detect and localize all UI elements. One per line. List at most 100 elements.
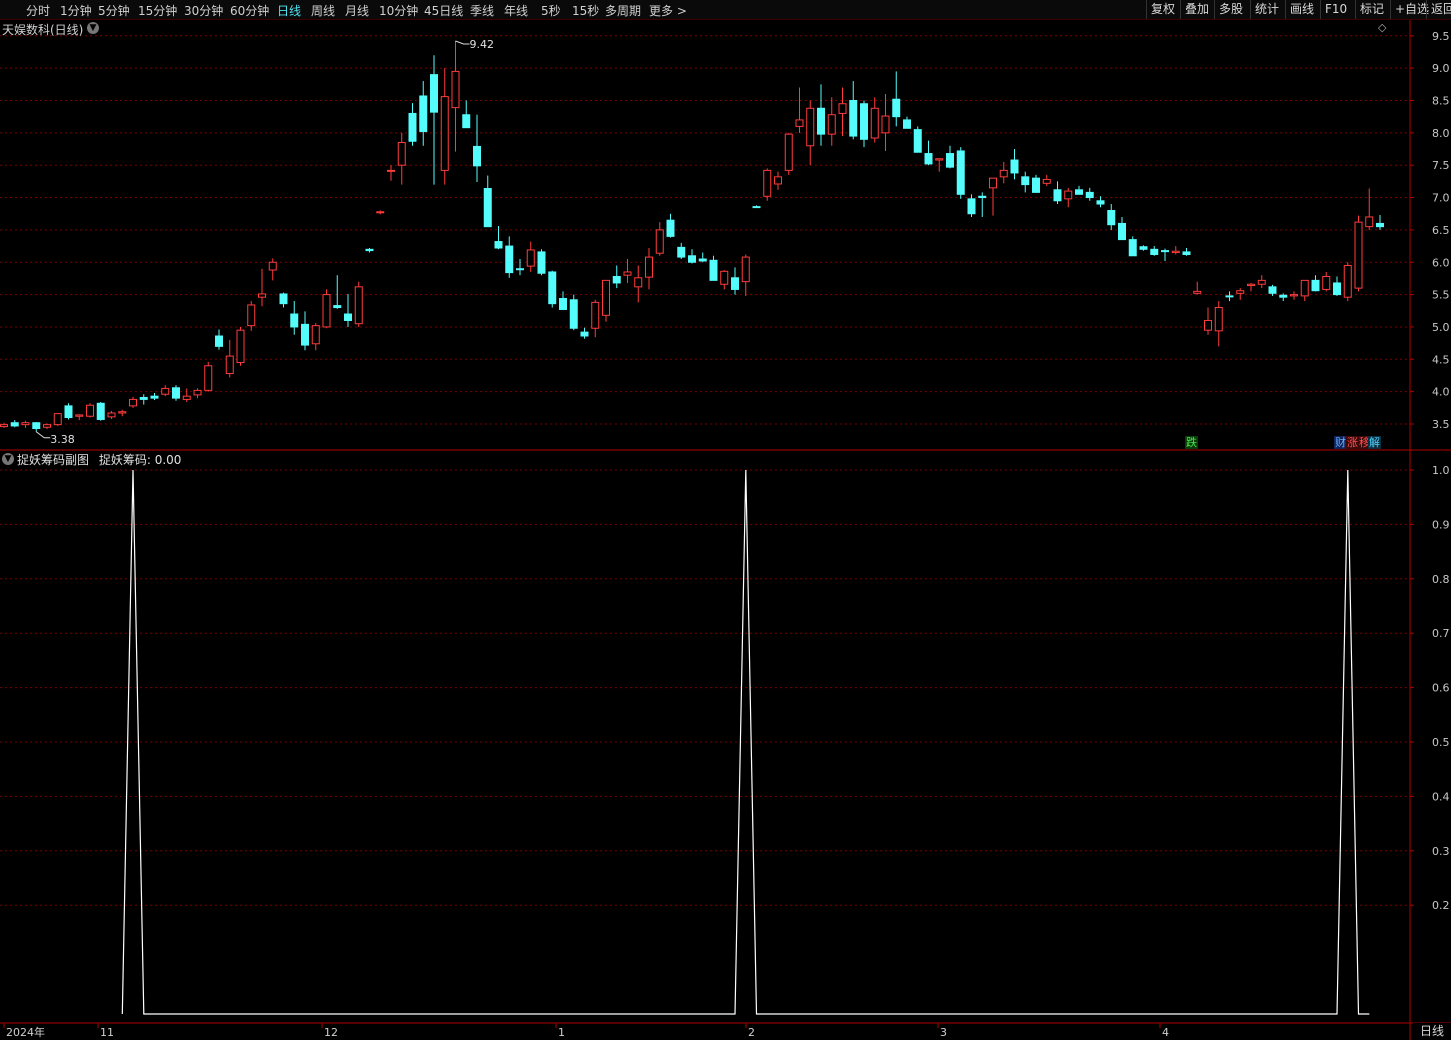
- candle[interactable]: [32, 422, 41, 432]
- period-tab[interactable]: 45日线: [424, 2, 463, 19]
- candle[interactable]: [688, 249, 696, 264]
- candle[interactable]: [10, 420, 19, 428]
- toolbar-button[interactable]: F10: [1320, 0, 1351, 19]
- candle[interactable]: [322, 289, 331, 329]
- candle[interactable]: [1042, 174, 1051, 186]
- toolbar-button[interactable]: 多股: [1214, 0, 1247, 19]
- candle[interactable]: [75, 414, 84, 421]
- candle[interactable]: [333, 275, 342, 309]
- candle[interactable]: [451, 40, 460, 152]
- candle[interactable]: [1128, 236, 1137, 257]
- chart-area[interactable]: 2024年 11 12 1 2 3 4 9.59.08.58.07.57.06.56.05.…: [0, 0, 1451, 1040]
- candle[interactable]: [107, 411, 116, 419]
- period-tab[interactable]: 分时: [26, 2, 50, 19]
- candle[interactable]: [795, 87, 804, 133]
- candle[interactable]: [236, 326, 245, 366]
- candle[interactable]: [516, 259, 524, 276]
- candle[interactable]: [1107, 204, 1116, 230]
- period-tab[interactable]: 日线: [277, 2, 301, 19]
- period-tab[interactable]: 多周期: [605, 2, 641, 19]
- candle[interactable]: [655, 222, 664, 256]
- candle[interactable]: [290, 301, 299, 335]
- candle[interactable]: [419, 81, 428, 146]
- candle[interactable]: [698, 252, 707, 263]
- period-tab[interactable]: 月线: [345, 2, 369, 19]
- candle[interactable]: [43, 423, 51, 430]
- period-tab[interactable]: 5分钟: [98, 2, 130, 19]
- candle[interactable]: [311, 323, 320, 351]
- candle[interactable]: [505, 236, 514, 278]
- candle[interactable]: [21, 420, 30, 428]
- candle[interactable]: [1322, 271, 1331, 292]
- period-tab[interactable]: 更多 >: [649, 2, 687, 19]
- candle[interactable]: [1021, 171, 1030, 193]
- candle[interactable]: [1171, 246, 1180, 255]
- period-tab[interactable]: 15分钟: [138, 2, 177, 19]
- period-tab[interactable]: 周线: [311, 2, 335, 19]
- toolbar-button[interactable]: 叠加: [1180, 0, 1213, 19]
- candle[interactable]: [139, 394, 148, 405]
- candle[interactable]: [1150, 246, 1159, 256]
- candle[interactable]: [978, 192, 987, 217]
- candle[interactable]: [881, 94, 890, 151]
- candle[interactable]: [860, 100, 868, 148]
- candle[interactable]: [96, 402, 105, 421]
- candle[interactable]: [731, 267, 739, 295]
- candle[interactable]: [1257, 275, 1266, 289]
- candle[interactable]: [215, 329, 223, 350]
- period-tab[interactable]: 10分钟: [379, 2, 418, 19]
- candle[interactable]: [1333, 276, 1341, 296]
- candle[interactable]: [1354, 215, 1363, 292]
- candle[interactable]: [0, 422, 8, 428]
- candle[interactable]: [473, 114, 481, 183]
- candle[interactable]: [1193, 281, 1202, 295]
- candle[interactable]: [1161, 248, 1169, 261]
- candle[interactable]: [408, 103, 417, 146]
- diamond-icon[interactable]: ◇: [1378, 21, 1386, 34]
- candle[interactable]: [344, 293, 352, 327]
- candle[interactable]: [526, 241, 535, 272]
- period-tab[interactable]: 1分钟: [60, 2, 92, 19]
- candle[interactable]: [1225, 291, 1234, 302]
- candle[interactable]: [537, 249, 546, 276]
- candle[interactable]: [956, 147, 965, 199]
- period-tab[interactable]: 5秒: [541, 2, 561, 19]
- candle[interactable]: [709, 255, 718, 281]
- candle[interactable]: [1182, 248, 1191, 256]
- candle[interactable]: [1300, 279, 1309, 302]
- candle[interactable]: [387, 165, 395, 181]
- candle[interactable]: [752, 205, 761, 209]
- candle[interactable]: [225, 339, 234, 378]
- candle[interactable]: [1247, 282, 1255, 292]
- candle[interactable]: [182, 388, 191, 403]
- candle[interactable]: [1064, 187, 1073, 208]
- chevron-down-icon[interactable]: ▼: [2, 453, 14, 465]
- period-corner-label[interactable]: 日线: [1413, 1023, 1451, 1040]
- candle[interactable]: [268, 258, 277, 281]
- candle[interactable]: [354, 281, 363, 327]
- candle[interactable]: [483, 175, 492, 228]
- event-marker-die[interactable]: 跌: [1185, 436, 1198, 449]
- candle[interactable]: [763, 168, 772, 201]
- candle[interactable]: [634, 265, 643, 303]
- candle[interactable]: [838, 87, 847, 137]
- candle[interactable]: [817, 84, 825, 146]
- toolbar-button[interactable]: 复权: [1146, 0, 1179, 19]
- candle[interactable]: [279, 292, 288, 308]
- candle[interactable]: [548, 270, 557, 308]
- candle[interactable]: [741, 254, 750, 296]
- candle[interactable]: [1311, 275, 1320, 292]
- period-tab[interactable]: 年线: [504, 2, 528, 19]
- candle[interactable]: [204, 361, 213, 392]
- candle[interactable]: [1096, 196, 1105, 208]
- candle[interactable]: [258, 268, 266, 307]
- candle[interactable]: [784, 132, 793, 175]
- candle[interactable]: [1204, 307, 1212, 335]
- candle[interactable]: [645, 248, 653, 290]
- candle[interactable]: [1139, 245, 1148, 251]
- candle[interactable]: [1085, 187, 1094, 201]
- candle[interactable]: [892, 71, 901, 127]
- candle[interactable]: [774, 171, 782, 190]
- candle[interactable]: [53, 413, 62, 426]
- candle[interactable]: [967, 194, 976, 217]
